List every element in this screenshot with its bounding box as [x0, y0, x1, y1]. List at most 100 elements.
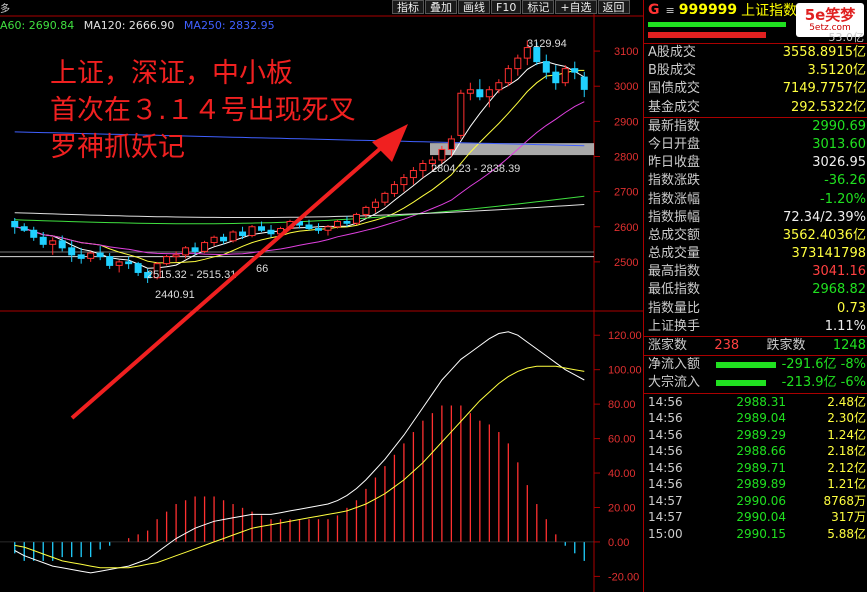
- indicator-button[interactable]: 指标: [392, 0, 424, 14]
- candle-body: [314, 228, 322, 231]
- quote-row: 总成交量 373141798: [648, 246, 866, 262]
- candle-body: [362, 206, 370, 215]
- macd-tick-label: -20.00: [608, 571, 639, 583]
- candle-body: [267, 229, 275, 235]
- candle-body: [580, 76, 588, 90]
- macd-tick-label: 80.00: [608, 399, 636, 411]
- index-name: 上证指数: [741, 3, 798, 19]
- candle-body: [419, 163, 427, 172]
- mark-button[interactable]: 标记: [522, 0, 555, 14]
- chart-area[interactable]: 3100 3000 2900 2800 2700 2600 2500 120.00 100.00…: [0, 0, 643, 592]
- quote-row: 最新指数 2990.69: [648, 118, 866, 134]
- top-left-stub: 多: [0, 4, 10, 15]
- candle-body: [333, 220, 341, 228]
- trade-row: 14:57 2990.06 8768万: [648, 493, 866, 508]
- quote-row: 昨日收盘 3026.95: [648, 155, 866, 171]
- trade-row: 14:57 2990.04 317万: [648, 510, 866, 525]
- candle-body: [77, 254, 85, 259]
- price-tick-label: 2700: [614, 187, 638, 199]
- candle-body: [58, 240, 66, 249]
- candle-body: [49, 240, 57, 245]
- quote-row: 最低指数 2968.82: [648, 282, 866, 298]
- flow-bar: [716, 380, 766, 387]
- candle-body: [210, 236, 218, 244]
- flow-row: 净流入额 -291.6亿 -8%: [648, 357, 866, 373]
- flow-row: 大宗流入 -213.9亿 -6%: [648, 375, 866, 391]
- ratio-bar-red: 53.0亿: [644, 29, 867, 44]
- low-price-label: 2440.91: [155, 289, 195, 301]
- index-code: 999999: [678, 2, 738, 18]
- candle-body: [201, 242, 209, 252]
- overlay-button[interactable]: 叠加: [425, 0, 457, 14]
- price-tick-label: 2900: [614, 116, 638, 128]
- annotation-arrow-head: [372, 124, 408, 162]
- annotation-text: 上证，深证，中小板 首次在３.１４号出现死叉 罗神抓妖记: [50, 55, 356, 166]
- macd-tick-label: 40.00: [608, 468, 636, 480]
- add-watchlist-button[interactable]: +自选: [555, 0, 597, 14]
- trade-row: 14:56 2989.89 1.21亿: [648, 477, 866, 492]
- candle-body: [191, 247, 199, 252]
- candle-body: [324, 226, 332, 231]
- candle-body: [87, 252, 95, 259]
- flow-bar: [716, 362, 776, 369]
- candle-body: [106, 256, 114, 266]
- price-tick-label: 3100: [614, 46, 638, 58]
- ratio-label: 53.0亿: [828, 31, 865, 44]
- trade-ticks: 14:56 2988.31 2.48亿 14:56 2989.04 2.30亿 14:5…: [644, 394, 867, 543]
- trade-row: 15:00 2990.15 5.88亿: [648, 526, 866, 541]
- trade-row: 14:56 2989.29 1.24亿: [648, 427, 866, 442]
- quote-row: 上证换手 1.11%: [648, 318, 866, 334]
- candle-body: [220, 236, 228, 242]
- annotation-arrow-shaft: [70, 138, 392, 420]
- macd-tick-label: 100.00: [608, 365, 642, 377]
- candle-body: [248, 226, 256, 237]
- chart-toolbar: 指标 叠加 画线 F10 标记 +自选 返回: [392, 0, 631, 14]
- back-button[interactable]: 返回: [597, 0, 630, 14]
- candle-body: [485, 89, 493, 98]
- f10-button[interactable]: F10: [491, 0, 522, 14]
- turnover-stats: A股成交 3558.8915亿 B股成交 3.5120亿 国债成交 7149.7757…: [644, 44, 867, 117]
- candle-body: [514, 57, 522, 70]
- quote-row: 总成交额 3562.4036亿: [648, 227, 866, 243]
- candle-body: [371, 201, 379, 208]
- candle-body: [504, 68, 512, 84]
- trade-row: 14:56 2989.71 2.12亿: [648, 460, 866, 475]
- candle-body: [381, 192, 389, 203]
- draw-line-button[interactable]: 画线: [458, 0, 490, 14]
- candle-body: [258, 226, 266, 231]
- stat-row: 国债成交 7149.7757亿: [648, 81, 866, 97]
- candle-body: [457, 92, 465, 136]
- candle-body: [552, 71, 560, 84]
- quote-row: 今日开盘 3013.60: [648, 136, 866, 152]
- ma60-label: A60: 2690.84: [0, 19, 75, 32]
- price-tick-label: 2600: [614, 222, 638, 234]
- gap-range-label: 2804.23 - 2838.39: [431, 163, 520, 175]
- candle-body: [542, 61, 550, 73]
- candle-body: [561, 68, 569, 84]
- macd-tick-label: 60.00: [608, 434, 636, 446]
- quote-row: 最高指数 3041.16: [648, 264, 866, 280]
- high-price-label: 3129.94: [527, 38, 567, 50]
- annotation-line-1: 上证，深证，中小板: [50, 58, 293, 89]
- quote-row: 指数振幅 72.34/2.39%: [648, 209, 866, 225]
- candle-body: [438, 148, 446, 161]
- candle-body: [305, 224, 313, 230]
- stat-row: A股成交 3558.8915亿: [648, 45, 866, 60]
- price-tick-label: 2500: [614, 257, 638, 269]
- annotation-line-3: 罗神抓妖记: [50, 132, 185, 163]
- ma-legend: A60: 2690.84 MA120: 2666.90 MA250: 2832.…: [0, 19, 281, 32]
- quote-row: 指数涨跌 -36.26: [648, 173, 866, 189]
- trade-row: 14:56 2988.31 2.48亿: [648, 394, 866, 409]
- quote-stats: 最新指数 2990.69 今日开盘 3013.60 昨日收盘 3026.95 指数涨跌…: [644, 118, 867, 336]
- candle-body: [39, 236, 47, 245]
- ma120-label: MA120: 2666.90: [83, 19, 175, 32]
- support-range-label: 2515.32 - 2515.31: [147, 269, 236, 281]
- candle-body: [96, 252, 104, 258]
- menu-icon[interactable]: ≡: [666, 4, 675, 17]
- candle-body: [400, 177, 408, 186]
- candle-body: [11, 220, 19, 228]
- price-tick-label: 3000: [614, 81, 638, 93]
- candle-body: [476, 89, 484, 98]
- ma250-label: MA250: 2832.95: [183, 19, 275, 32]
- candle-body: [115, 261, 123, 266]
